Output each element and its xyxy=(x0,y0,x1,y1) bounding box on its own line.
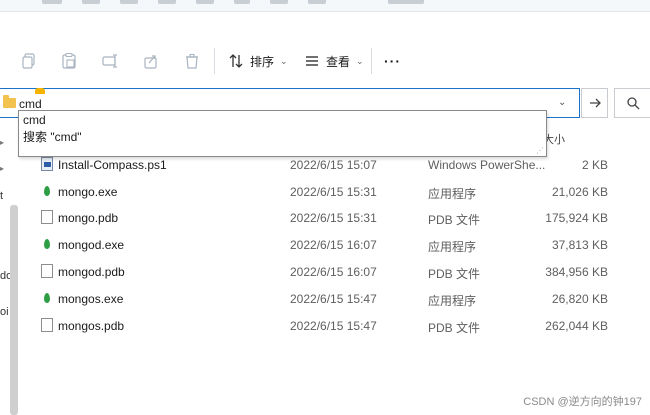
file-name: Install-Compass.ps1 xyxy=(58,158,167,172)
separator xyxy=(371,48,372,74)
arrow-right-icon xyxy=(589,98,601,108)
file-type: 应用程序 xyxy=(428,294,477,308)
file-name: mongos.pdb xyxy=(58,319,125,333)
mongodb-leaf-icon xyxy=(44,293,50,303)
file-name: mongo.exe xyxy=(58,185,118,199)
file-size: 37,813 KB xyxy=(551,238,608,252)
file-name: mongod.exe xyxy=(58,238,125,252)
file-name: mongod.pdb xyxy=(58,265,125,279)
file-type: PDB 文件 xyxy=(428,267,481,281)
file-type: Windows PowerShe... xyxy=(428,158,546,172)
nav-item-fragment[interactable]: t xyxy=(0,190,3,202)
expand-arrow-icon[interactable]: ▸ xyxy=(0,164,4,173)
share-icon[interactable] xyxy=(140,50,162,72)
folder-icon xyxy=(3,95,16,108)
go-button[interactable] xyxy=(581,88,608,118)
copy-icon[interactable] xyxy=(18,50,40,72)
file-row[interactable]: mongod.pdb 2022/6/15 16:07 PDB 文件 384,95… xyxy=(22,258,650,284)
file-type: 应用程序 xyxy=(428,187,477,201)
file-size: 26,820 KB xyxy=(551,292,608,306)
autocomplete-suggestion[interactable]: cmd xyxy=(23,113,46,127)
file-name: mongos.exe xyxy=(58,292,124,306)
rename-icon[interactable] xyxy=(99,50,121,72)
file-date: 2022/6/15 16:07 xyxy=(290,238,377,252)
view-icon xyxy=(306,56,318,66)
paste-icon[interactable] xyxy=(58,50,80,72)
file-row[interactable]: mongo.exe 2022/6/15 15:31 应用程序 21,026 KB xyxy=(22,178,650,204)
file-type: 应用程序 xyxy=(428,240,477,254)
file-type: PDB 文件 xyxy=(428,213,481,227)
file-row[interactable]: mongos.pdb 2022/6/15 15:47 PDB 文件 262,04… xyxy=(22,312,650,338)
chevron-down-icon[interactable]: ⌄ xyxy=(558,97,566,108)
file-row[interactable]: mongod.exe 2022/6/15 16:07 应用程序 37,813 K… xyxy=(22,231,650,257)
chevron-down-icon: ⌄ xyxy=(356,55,364,66)
expand-arrow-icon[interactable]: ▸ xyxy=(0,138,4,147)
nav-item-fragment[interactable]: oi xyxy=(0,306,9,318)
address-input[interactable]: cmd xyxy=(19,97,42,111)
search-box[interactable] xyxy=(614,88,650,118)
file-row[interactable]: mongo.pdb 2022/6/15 15:31 PDB 文件 175,924… xyxy=(22,204,650,230)
sort-label: 排序 xyxy=(250,54,275,69)
file-size: 21,026 KB xyxy=(551,185,608,199)
file-date: 2022/6/15 15:07 xyxy=(290,158,377,172)
watermark: CSDN @逆方向的钟197 xyxy=(523,396,642,408)
autocomplete-search-option[interactable]: 搜索 "cmd" xyxy=(23,128,82,145)
mongodb-leaf-icon xyxy=(44,186,50,196)
file-size: 175,924 KB xyxy=(545,211,608,225)
view-button[interactable]: 查看 ⌄ xyxy=(304,48,364,74)
powershell-script-icon xyxy=(41,157,53,171)
file-name: mongo.pdb xyxy=(58,211,119,225)
resize-grip-icon[interactable]: ⋰ xyxy=(536,146,544,155)
delete-icon[interactable] xyxy=(181,50,203,72)
file-size: 262,044 KB xyxy=(545,319,608,333)
file-date: 2022/6/15 15:47 xyxy=(290,292,377,306)
search-icon xyxy=(626,97,639,110)
file-date: 2022/6/15 16:07 xyxy=(290,265,377,279)
cursor-marker xyxy=(35,88,45,94)
file-date: 2022/6/15 15:47 xyxy=(290,319,377,333)
sort-icon xyxy=(229,54,243,68)
ribbon-strip-truncated xyxy=(0,0,650,12)
file-size: 384,956 KB xyxy=(545,265,608,279)
file-icon xyxy=(41,264,53,278)
view-label: 查看 xyxy=(326,54,351,69)
file-icon xyxy=(41,318,53,332)
file-date: 2022/6/15 15:31 xyxy=(290,211,377,225)
command-bar: 排序 ⌄ 查看 ⌄ ··· xyxy=(0,40,650,82)
address-autocomplete: cmd 搜索 "cmd" ⋰ xyxy=(18,110,547,157)
file-type: PDB 文件 xyxy=(428,321,481,335)
file-date: 2022/6/15 15:31 xyxy=(290,185,377,199)
sort-button[interactable]: 排序 ⌄ xyxy=(228,48,288,74)
mongodb-leaf-icon xyxy=(44,239,50,249)
file-row[interactable]: mongos.exe 2022/6/15 15:47 应用程序 26,820 K… xyxy=(22,285,650,311)
separator xyxy=(214,48,215,74)
file-icon xyxy=(41,210,53,224)
file-size: 2 KB xyxy=(581,158,608,172)
chevron-down-icon: ⌄ xyxy=(280,55,288,66)
nav-scrollbar[interactable] xyxy=(10,205,18,415)
more-options-button[interactable]: ··· xyxy=(384,48,401,74)
